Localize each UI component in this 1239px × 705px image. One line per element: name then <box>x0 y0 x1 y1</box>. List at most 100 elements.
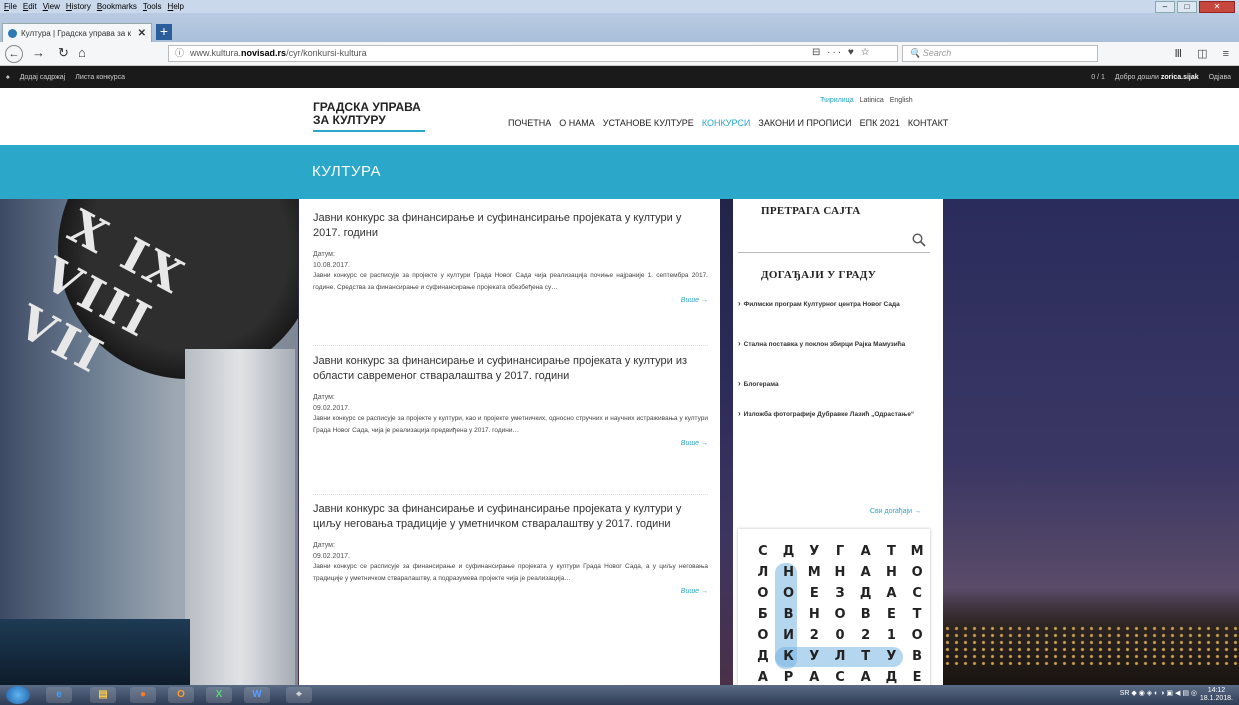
article-title[interactable]: Јавни конкурс за финансирање и суфинанси… <box>313 211 708 241</box>
back-button[interactable]: ← <box>5 45 23 63</box>
all-events-link[interactable]: Сви догађаји → <box>870 508 921 515</box>
reload-button[interactable]: ↻ <box>58 45 69 61</box>
nav-item[interactable]: ПОЧЕТНА <box>508 118 551 128</box>
article-title[interactable]: Јавни конкурс за финансирање и суфинанси… <box>313 502 708 532</box>
window-controls: – □ ✕ <box>1155 1 1235 13</box>
nav-item[interactable]: КОНКУРСИ <box>702 118 751 128</box>
word-icon[interactable]: W <box>244 687 270 703</box>
grid-row: БВНОВЕТ <box>750 604 930 625</box>
grid-letter: М <box>807 565 821 580</box>
explorer-icon[interactable]: ▤ <box>90 687 116 703</box>
grid-letter: С <box>912 586 922 601</box>
search-icon[interactable] <box>912 233 926 247</box>
admin-home-icon[interactable]: ♠ <box>6 74 10 81</box>
read-more-link[interactable]: Више → <box>313 297 708 304</box>
add-content-link[interactable]: Додај садржај <box>20 74 66 81</box>
nav-item[interactable]: КОНТАКТ <box>908 118 949 128</box>
clock-time: 14:12 <box>1207 687 1226 694</box>
grid-letter: Д <box>757 649 769 664</box>
banner-title: КУЛТУРА <box>312 163 381 180</box>
ie-icon[interactable]: e <box>46 687 72 703</box>
language-link[interactable]: English <box>890 97 913 104</box>
grid-letter: Д <box>885 670 898 685</box>
event-link[interactable]: › Изложба фотографије Дубравке Лазић „Одр… <box>738 407 926 422</box>
excel-icon[interactable]: X <box>206 687 232 703</box>
grid-letter: В <box>912 649 923 664</box>
grid-letter: К <box>783 649 794 664</box>
read-more-link[interactable]: Више → <box>313 440 708 447</box>
article-title[interactable]: Јавни конкурс за финансирање и суфинанси… <box>313 354 708 384</box>
language-link[interactable]: Ћирилица <box>820 97 854 104</box>
toolbar-menu-icons[interactable]: Ⅲ ◫ ≡ <box>1174 47 1235 60</box>
site-info-icon[interactable]: ⓘ <box>175 48 184 58</box>
epk-word-grid-banner[interactable]: СДУГАТМЛНМНАНОООЕЗДАСБВНОВЕТОИ2021ОДКУЛТ… <box>738 529 930 685</box>
read-more-link[interactable]: Више → <box>313 588 708 595</box>
word-grid-table: СДУГАТМЛНМНАНОООЕЗДАСБВНОВЕТОИ2021ОДКУЛТ… <box>750 541 930 685</box>
grid-letter: Д <box>782 544 795 559</box>
welcome-text: Добро дошли zorica.sijak <box>1114 73 1199 81</box>
outlook-icon[interactable]: O <box>168 687 194 703</box>
grid-letter: З <box>835 586 845 601</box>
site-search-input[interactable] <box>738 231 930 253</box>
browser-tab-active[interactable]: Култура | Градска управа за к ✕ <box>2 23 152 42</box>
language-link[interactable]: Latinica <box>860 97 884 104</box>
logout-link[interactable]: Одјава <box>1209 74 1231 81</box>
tower-wall <box>185 349 295 685</box>
paint-icon[interactable]: ⌖ <box>286 687 312 703</box>
site-header: ГРАДСКА УПРАВА ЗА КУЛТУРУ Ћирилица Latini… <box>0 88 1239 145</box>
language-indicator[interactable]: SR <box>1120 690 1130 697</box>
menu-edit[interactable]: Edit <box>23 2 37 11</box>
menu-file[interactable]: File <box>4 2 17 11</box>
sidebar: ПРЕТРАГА САЈТА ДОГАЂАЈИ У ГРАДУ › Филмски… <box>733 199 943 685</box>
page-actions-icons[interactable]: ⊟ ··· ♥ ☆ <box>812 47 872 58</box>
event-link[interactable]: › Блогерама <box>738 377 926 392</box>
menu-bookmarks[interactable]: Bookmarks <box>97 2 137 11</box>
grid-letter: У <box>886 649 897 664</box>
new-tab-button[interactable]: + <box>156 24 172 40</box>
system-tray[interactable]: SR ◆ ◉ ◈ ◐ ◑ ▣ ◀ ▤ ◎ <box>1120 689 1197 697</box>
grid-letter: 1 <box>886 628 896 643</box>
site-title[interactable]: ГРАДСКА УПРАВА ЗА КУЛТУРУ <box>313 101 425 132</box>
grid-row: ООЕЗДАС <box>750 583 930 604</box>
event-link[interactable]: › Филмски програм Културног центра Новог … <box>738 297 926 312</box>
grid-letter: О <box>757 586 769 601</box>
menu-view[interactable]: View <box>43 2 60 11</box>
forward-button[interactable]: → <box>32 45 45 60</box>
grid-letter: Л <box>834 649 846 664</box>
main-navigation: ПОЧЕТНА О НАМА УСТАНОВЕ КУЛТУРЕ КОНКУРСИ ЗАК… <box>508 118 948 128</box>
close-tab-icon[interactable]: ✕ <box>138 28 146 39</box>
menu-help[interactable]: Help <box>168 2 184 11</box>
grid-letter: Р <box>783 670 794 685</box>
event-link[interactable]: › Стална поставка у поклон збирци Рајка М… <box>738 337 926 352</box>
grid-letter: Д <box>859 586 872 601</box>
nav-item[interactable]: ЕПК 2021 <box>860 118 900 128</box>
maximize-button[interactable]: □ <box>1177 1 1197 13</box>
menu-tools[interactable]: Tools <box>143 2 162 11</box>
grid-letter: Н <box>783 565 794 580</box>
taskbar-clock[interactable]: 14:12 18.1.2018. <box>1200 687 1233 703</box>
article-excerpt: Јавни конкурс се расписује за финансирањ… <box>313 563 708 582</box>
grid-letter: У <box>809 544 820 559</box>
nav-item[interactable]: УСТАНОВЕ КУЛТУРЕ <box>603 118 694 128</box>
firefox-icon[interactable]: ● <box>130 687 156 703</box>
minimize-button[interactable]: – <box>1155 1 1175 13</box>
admin-counter[interactable]: 0 / 1 <box>1091 74 1105 81</box>
date-label: Датум: <box>313 394 335 401</box>
menu-history[interactable]: History <box>66 2 91 11</box>
nav-item[interactable]: О НАМА <box>559 118 595 128</box>
grid-row: ДКУЛТУВ <box>750 646 930 667</box>
grid-letter: Н <box>885 565 897 580</box>
site-favicon-icon <box>8 28 17 38</box>
grid-letter: О <box>911 565 923 580</box>
contest-list-link[interactable]: Листа конкурса <box>75 74 125 81</box>
address-bar[interactable]: ⓘ www.kultura.novisad.rs/cyr/konkursi-kul… <box>168 45 898 62</box>
nav-item[interactable]: ЗАКОНИ И ПРОПИСИ <box>758 118 851 128</box>
windows-taskbar: e ▤ ● O X W ⌖ SR ◆ ◉ ◈ ◐ ◑ ▣ ◀ ▤ ◎ 14:12… <box>0 685 1239 705</box>
start-button[interactable] <box>6 686 30 704</box>
grid-letter: В <box>783 607 794 622</box>
article-date: 10.08.2017. <box>313 262 350 269</box>
home-button[interactable]: ⌂ <box>78 45 86 60</box>
grid-row: ОИ2021О <box>750 625 930 646</box>
close-window-button[interactable]: ✕ <box>1199 1 1235 13</box>
browser-search-input[interactable]: 🔍 Search <box>902 45 1098 62</box>
